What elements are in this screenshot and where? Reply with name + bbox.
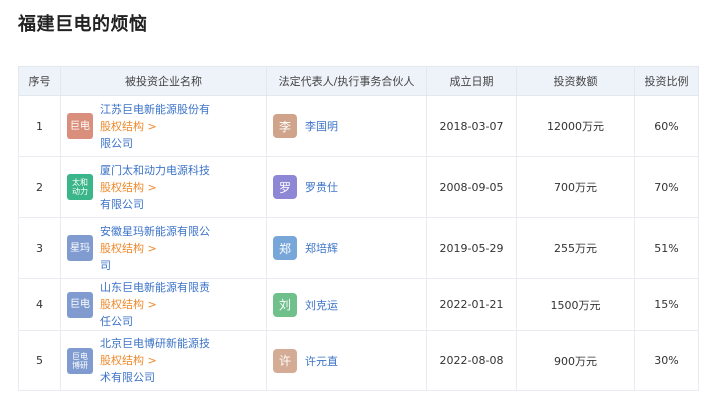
company-cell: 巨电 江苏巨电新能源股份有股权结构 > 限公司 [60, 95, 267, 157]
company-name-line1: 厦门太和动力电源科技 [100, 163, 210, 177]
company-name-line1: 北京巨电博研新能源技 [100, 337, 210, 350]
company-name-line2: 有限公司 [100, 197, 144, 211]
company-logo: 星玛 [67, 235, 93, 261]
person-avatar: 许 [273, 348, 297, 373]
representative-cell: 李 李国明 [266, 95, 427, 157]
person-avatar: 罗 [273, 175, 297, 199]
company-logo: 巨电 [67, 113, 93, 139]
company-name-line2: 术有限公司 [100, 371, 155, 384]
row-index: 2 [18, 156, 61, 218]
investment-ratio: 60% [634, 95, 699, 157]
investment-amount: 255万元 [516, 217, 635, 279]
founded-date: 2018-03-07 [426, 95, 517, 157]
table-row: 1 巨电 江苏巨电新能源股份有股权结构 > 限公司 李 李国明 2018-03-0… [18, 95, 699, 157]
header-date: 成立日期 [426, 66, 517, 96]
row-index: 3 [18, 217, 61, 279]
person-avatar: 郑 [273, 236, 297, 260]
equity-structure-link[interactable]: 股权结构 > [100, 242, 157, 255]
person-name-link[interactable]: 刘克运 [305, 297, 338, 313]
table-row: 3 星玛 安徽星玛新能源有限公股权结构 > 司 郑 郑培辉 2019-05-29 … [18, 217, 699, 279]
person-name-link[interactable]: 罗贵仕 [305, 179, 338, 195]
person-name-link[interactable]: 郑培辉 [305, 240, 338, 256]
company-name-link[interactable]: 山东巨电新能源有限责股权结构 > 任公司 [100, 279, 260, 330]
investment-ratio: 51% [634, 217, 699, 279]
founded-date: 2019-05-29 [426, 217, 517, 279]
company-name-line2: 任公司 [100, 315, 133, 328]
person-name-link[interactable]: 许元直 [305, 353, 338, 369]
row-index: 5 [18, 330, 61, 391]
equity-structure-link[interactable]: 股权结构 > [100, 354, 157, 367]
equity-structure-link[interactable]: 股权结构 > [100, 298, 157, 311]
company-name-line2: 限公司 [100, 136, 133, 150]
investment-ratio: 15% [634, 278, 699, 331]
investment-ratio: 30% [634, 330, 699, 391]
company-name-link[interactable]: 北京巨电博研新能源技股权结构 > 术有限公司 [100, 335, 260, 386]
header-company: 被投资企业名称 [60, 66, 267, 96]
company-name-line1: 安徽星玛新能源有限公 [100, 224, 210, 238]
header-representative: 法定代表人/执行事务合伙人 [266, 66, 427, 96]
company-cell: 星玛 安徽星玛新能源有限公股权结构 > 司 [60, 217, 267, 279]
company-name-line2: 司 [100, 258, 111, 272]
investment-table: 序号 被投资企业名称 法定代表人/执行事务合伙人 成立日期 投资数额 投资比例 … [18, 66, 699, 391]
representative-cell: 刘 刘克运 [266, 278, 427, 331]
company-name-line1: 山东巨电新能源有限责 [100, 281, 210, 294]
company-cell: 太和 动力 厦门太和动力电源科技股权结构 > 有限公司 [60, 156, 267, 218]
company-name-link[interactable]: 厦门太和动力电源科技股权结构 > 有限公司 [100, 162, 260, 213]
equity-structure-link[interactable]: 股权结构 > [100, 181, 157, 194]
row-index: 4 [18, 278, 61, 331]
representative-cell: 许 许元直 [266, 330, 427, 391]
investment-amount: 900万元 [516, 330, 635, 391]
person-name-link[interactable]: 李国明 [305, 118, 338, 134]
representative-cell: 郑 郑培辉 [266, 217, 427, 279]
table-row: 2 太和 动力 厦门太和动力电源科技股权结构 > 有限公司 罗 罗贵仕 2008-0… [18, 156, 699, 218]
investment-amount: 700万元 [516, 156, 635, 218]
founded-date: 2022-01-21 [426, 278, 517, 331]
header-ratio: 投资比例 [634, 66, 699, 96]
person-avatar: 刘 [273, 292, 297, 317]
table-row: 5 巨电 博研 北京巨电博研新能源技股权结构 > 术有限公司 许 许元直 2022-… [18, 330, 699, 391]
row-index: 1 [18, 95, 61, 157]
investment-ratio: 70% [634, 156, 699, 218]
company-cell: 巨电 山东巨电新能源有限责股权结构 > 任公司 [60, 278, 267, 331]
table-header-row: 序号 被投资企业名称 法定代表人/执行事务合伙人 成立日期 投资数额 投资比例 [18, 66, 699, 96]
page-title: 福建巨电的烦恼 [18, 14, 148, 35]
company-name-link[interactable]: 安徽星玛新能源有限公股权结构 > 司 [100, 223, 260, 274]
representative-cell: 罗 罗贵仕 [266, 156, 427, 218]
investment-amount: 12000万元 [516, 95, 635, 157]
company-logo: 太和 动力 [67, 174, 93, 200]
header-index: 序号 [18, 66, 61, 96]
founded-date: 2008-09-05 [426, 156, 517, 218]
company-cell: 巨电 博研 北京巨电博研新能源技股权结构 > 术有限公司 [60, 330, 267, 391]
equity-structure-link[interactable]: 股权结构 > [100, 120, 157, 133]
header-amount: 投资数额 [516, 66, 635, 96]
company-logo: 巨电 [67, 291, 93, 318]
company-name-link[interactable]: 江苏巨电新能源股份有股权结构 > 限公司 [100, 101, 260, 152]
table-row: 4 巨电 山东巨电新能源有限责股权结构 > 任公司 刘 刘克运 2022-01-2… [18, 278, 699, 331]
founded-date: 2022-08-08 [426, 330, 517, 391]
company-name-line1: 江苏巨电新能源股份有 [100, 102, 210, 116]
company-logo: 巨电 博研 [67, 347, 93, 374]
person-avatar: 李 [273, 114, 297, 138]
investment-amount: 1500万元 [516, 278, 635, 331]
